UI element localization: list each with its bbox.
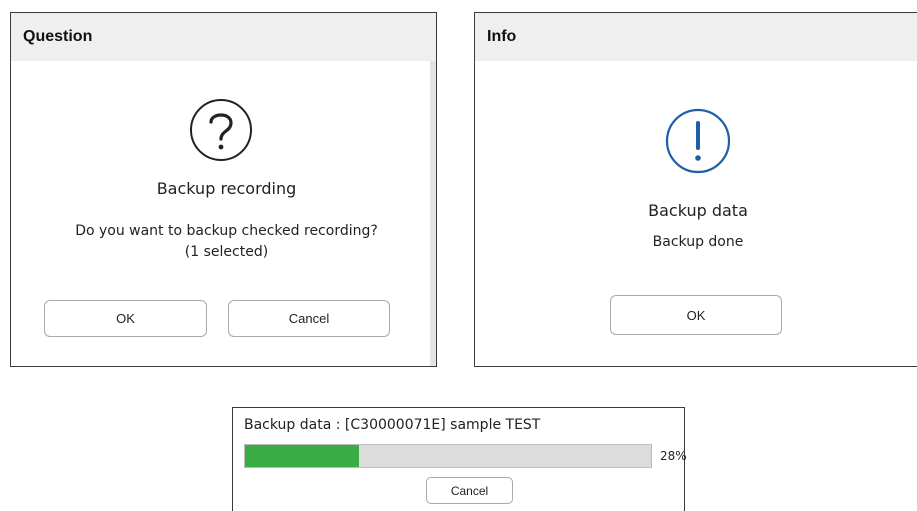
progress-bar xyxy=(244,444,652,468)
info-dialog-body: Backup data Backup done OK xyxy=(475,61,917,366)
info-dialog-titlebar: Info xyxy=(475,13,917,61)
question-dialog-message-line1: Do you want to backup checked recording? xyxy=(75,223,378,239)
question-circle-icon xyxy=(189,98,253,166)
info-dialog-message: Backup done xyxy=(652,234,744,250)
exclamation-circle-icon xyxy=(665,108,731,178)
info-dialog: Info Backup data Backup done OK xyxy=(474,12,917,367)
progress-label: Backup data : [C30000071E] sample TEST xyxy=(244,417,541,433)
question-dialog-message-line2: (1 selected) xyxy=(184,244,269,260)
progress-bar-fill xyxy=(245,445,359,467)
info-ok-button[interactable]: OK xyxy=(610,295,782,335)
progress-cancel-button[interactable]: Cancel xyxy=(426,477,513,504)
question-dialog: Question Backup recording Do you want to… xyxy=(10,12,437,367)
ok-button[interactable]: OK xyxy=(44,300,207,337)
progress-percent: 28% xyxy=(660,449,687,463)
info-dialog-title: Info xyxy=(487,28,517,45)
question-dialog-titlebar: Question xyxy=(11,13,436,61)
progress-dialog: Backup data : [C30000071E] sample TEST 2… xyxy=(232,407,687,511)
question-dialog-message: Do you want to backup checked recording?… xyxy=(11,221,436,263)
info-dialog-heading: Backup data xyxy=(648,201,748,220)
question-dialog-title: Question xyxy=(23,28,93,45)
cancel-button[interactable]: Cancel xyxy=(228,300,390,337)
question-dialog-body: Backup recording Do you want to backup c… xyxy=(11,61,436,366)
question-dialog-heading: Backup recording xyxy=(156,179,297,198)
